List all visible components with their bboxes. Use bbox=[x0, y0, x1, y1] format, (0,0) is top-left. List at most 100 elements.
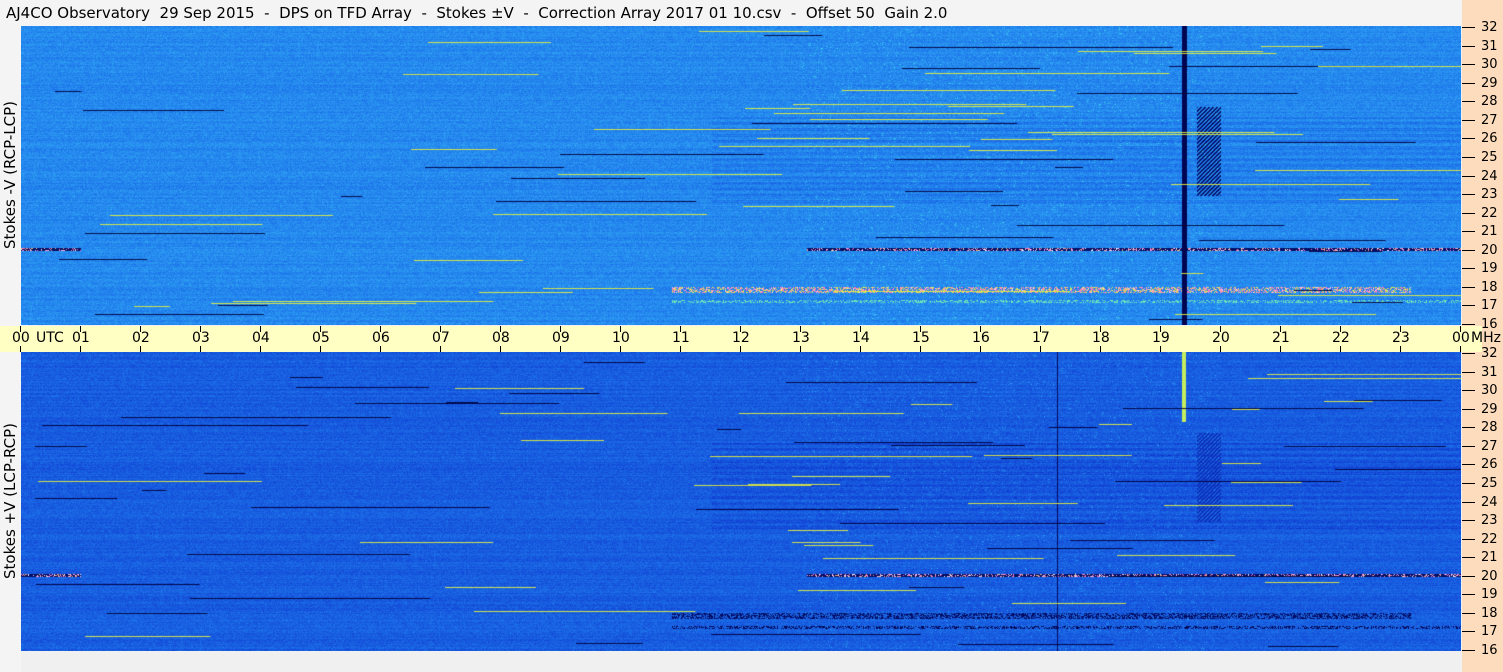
frequency-tick-label: 24 bbox=[1481, 168, 1498, 184]
time-tick bbox=[1340, 346, 1341, 352]
time-tick-label: 07 bbox=[432, 330, 450, 346]
frequency-tick bbox=[1462, 286, 1475, 288]
time-tick bbox=[740, 346, 741, 352]
frequency-tick bbox=[1462, 27, 1475, 28]
frequency-tick-label: 21 bbox=[1481, 550, 1498, 566]
time-tick-label: 20 bbox=[1212, 330, 1230, 346]
time-tick bbox=[1100, 346, 1101, 352]
time-tick bbox=[260, 346, 261, 352]
time-tick bbox=[1220, 346, 1221, 352]
time-tick-label: 10 bbox=[612, 330, 630, 346]
bottom-spectrogram-stokes-plus-v bbox=[21, 352, 1461, 651]
time-tick-label: 01 bbox=[72, 330, 90, 346]
time-tick-label: 21 bbox=[1272, 330, 1290, 346]
frequency-tick-label: 21 bbox=[1481, 224, 1498, 240]
time-tick bbox=[1400, 346, 1401, 352]
frequency-tick bbox=[1462, 427, 1475, 429]
frequency-tick-label: 26 bbox=[1481, 457, 1498, 473]
frequency-tick-label: 18 bbox=[1481, 279, 1498, 295]
time-tick-label: 22 bbox=[1332, 330, 1350, 346]
chart-title: AJ4CO Observatory 29 Sep 2015 - DPS on T… bbox=[0, 0, 1462, 26]
frequency-tick bbox=[1462, 82, 1475, 84]
frequency-tick-label: 31 bbox=[1481, 364, 1498, 380]
frequency-tick bbox=[1462, 538, 1475, 540]
time-tick-label: 23 bbox=[1392, 330, 1410, 346]
frequency-tick bbox=[1462, 464, 1475, 466]
frequency-tick-label: 24 bbox=[1481, 494, 1498, 510]
frequency-tick bbox=[1462, 175, 1475, 177]
frequency-tick bbox=[1462, 156, 1475, 158]
time-tick-label: 00 bbox=[1452, 330, 1470, 346]
time-tick-label: 18 bbox=[1092, 330, 1110, 346]
time-tick-label: 00 bbox=[12, 330, 30, 346]
mhz-label: MHz bbox=[1471, 330, 1501, 346]
time-tick bbox=[860, 346, 861, 352]
frequency-tick bbox=[1462, 520, 1475, 522]
frequency-tick-label: 29 bbox=[1481, 75, 1498, 91]
frequency-tick-label: 28 bbox=[1481, 94, 1498, 110]
frequency-tick-label: 22 bbox=[1481, 531, 1498, 547]
time-tick-label: 03 bbox=[192, 330, 210, 346]
frequency-tick-label: 18 bbox=[1481, 605, 1498, 621]
time-tick bbox=[380, 346, 381, 352]
frequency-tick bbox=[1462, 575, 1475, 577]
top-panel-label: Stokes -V (RCP-LCP) bbox=[1, 101, 19, 249]
time-tick bbox=[80, 346, 81, 352]
frequency-tick bbox=[1462, 101, 1475, 103]
frequency-tick bbox=[1462, 138, 1475, 140]
time-tick-label: 15 bbox=[912, 330, 930, 346]
time-tick bbox=[620, 346, 621, 352]
frequency-tick-label: 25 bbox=[1481, 149, 1498, 165]
frequency-tick bbox=[1462, 650, 1475, 651]
frequency-tick bbox=[1462, 501, 1475, 503]
time-tick-label: 13 bbox=[792, 330, 810, 346]
time-tick-label: 16 bbox=[972, 330, 990, 346]
time-tick bbox=[1280, 346, 1281, 352]
frequency-tick-label: 28 bbox=[1481, 420, 1498, 436]
frequency-tick bbox=[1462, 119, 1475, 121]
frequency-tick bbox=[1462, 324, 1475, 325]
frequency-tick bbox=[1462, 194, 1475, 196]
frequency-tick-label: 20 bbox=[1481, 568, 1498, 584]
time-tick-label: 19 bbox=[1152, 330, 1170, 346]
bottom-panel-label: Stokes +V (LCP-RCP) bbox=[1, 423, 19, 579]
frequency-tick bbox=[1462, 408, 1475, 410]
frequency-tick bbox=[1462, 212, 1475, 214]
frequency-tick bbox=[1462, 557, 1475, 559]
time-tick bbox=[980, 346, 981, 352]
time-tick bbox=[440, 346, 441, 352]
frequency-tick-label: 26 bbox=[1481, 131, 1498, 147]
time-tick bbox=[20, 346, 21, 352]
time-tick bbox=[200, 346, 201, 352]
frequency-tick bbox=[1462, 631, 1475, 633]
time-tick bbox=[800, 346, 801, 352]
time-tick-label: 17 bbox=[1032, 330, 1050, 346]
frequency-tick-label: 19 bbox=[1481, 261, 1498, 277]
frequency-tick-label: 30 bbox=[1481, 57, 1498, 73]
frequency-tick-label: 19 bbox=[1481, 587, 1498, 603]
time-tick bbox=[320, 346, 321, 352]
frequency-tick-label: 16 bbox=[1481, 317, 1498, 332]
time-tick-label: 02 bbox=[132, 330, 150, 346]
time-tick-label: 08 bbox=[492, 330, 510, 346]
frequency-tick bbox=[1462, 231, 1475, 233]
frequency-tick bbox=[1462, 612, 1475, 614]
frequency-tick-label: 30 bbox=[1481, 383, 1498, 399]
frequency-tick bbox=[1462, 305, 1475, 307]
time-tick bbox=[1460, 346, 1461, 352]
frequency-tick-label: 23 bbox=[1481, 513, 1498, 529]
time-tick bbox=[1040, 346, 1041, 352]
frequency-tick-label: 27 bbox=[1481, 112, 1498, 128]
frequency-tick-label: 29 bbox=[1481, 401, 1498, 417]
frequency-tick-label: 23 bbox=[1481, 187, 1498, 203]
time-tick bbox=[1160, 346, 1161, 352]
frequency-tick bbox=[1462, 482, 1475, 484]
frequency-tick bbox=[1462, 45, 1475, 47]
utc-label: UTC bbox=[36, 330, 64, 346]
frequency-tick bbox=[1462, 445, 1475, 447]
frequency-tick bbox=[1462, 64, 1475, 66]
frequency-tick-label: 31 bbox=[1481, 38, 1498, 54]
frequency-tick bbox=[1462, 594, 1475, 596]
frequency-tick-label: 27 bbox=[1481, 438, 1498, 454]
time-tick bbox=[920, 346, 921, 352]
